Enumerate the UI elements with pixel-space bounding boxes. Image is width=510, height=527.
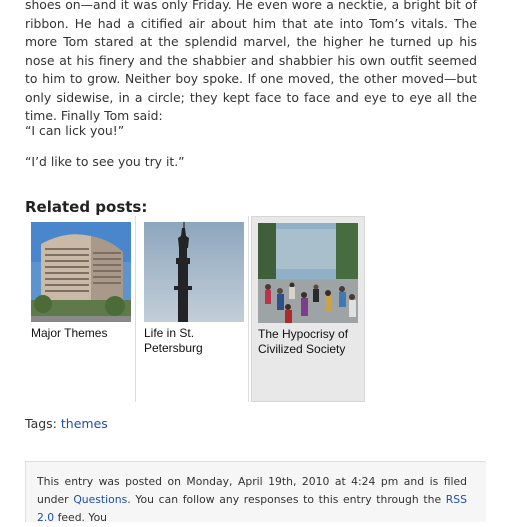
- hotel-building-photo[interactable]: [31, 222, 131, 322]
- related-post-title[interactable]: Major Themes: [31, 326, 131, 341]
- related-post-title[interactable]: The Hypocrisy of Civilized Society: [258, 327, 358, 357]
- related-post-life-in-st-petersburg[interactable]: Life in St. Petersburg: [138, 216, 249, 402]
- column-statue-photo[interactable]: [144, 222, 244, 322]
- related-posts-heading: Related posts:: [25, 198, 148, 216]
- article-paragraph: shoes on—and it was only Friday. He even…: [25, 0, 477, 123]
- meta-text-part: . You can follow any responses to this e…: [127, 493, 446, 506]
- entry-meta-text: This entry was posted on Monday, April 1…: [37, 473, 467, 527]
- related-post-major-themes[interactable]: Major Themes: [25, 216, 136, 402]
- related-post-title[interactable]: Life in St. Petersburg: [144, 326, 244, 356]
- article-paragraph: “I’d like to see you try it.”: [25, 154, 185, 169]
- entry-meta-box: This entry was posted on Monday, April 1…: [25, 461, 486, 524]
- crowd-street-photo[interactable]: [258, 223, 358, 323]
- related-post-hypocrisy-of-civilized-society[interactable]: The Hypocrisy of Civilized Society: [251, 216, 365, 402]
- tags-label: Tags:: [25, 416, 57, 431]
- post-tags: Tags: themes: [25, 416, 108, 431]
- meta-text-part: feed. You: [54, 511, 108, 524]
- article-paragraph: “I can lick you!”: [25, 123, 125, 138]
- tag-link-themes[interactable]: themes: [61, 416, 108, 431]
- category-link-questions[interactable]: Questions: [73, 493, 127, 506]
